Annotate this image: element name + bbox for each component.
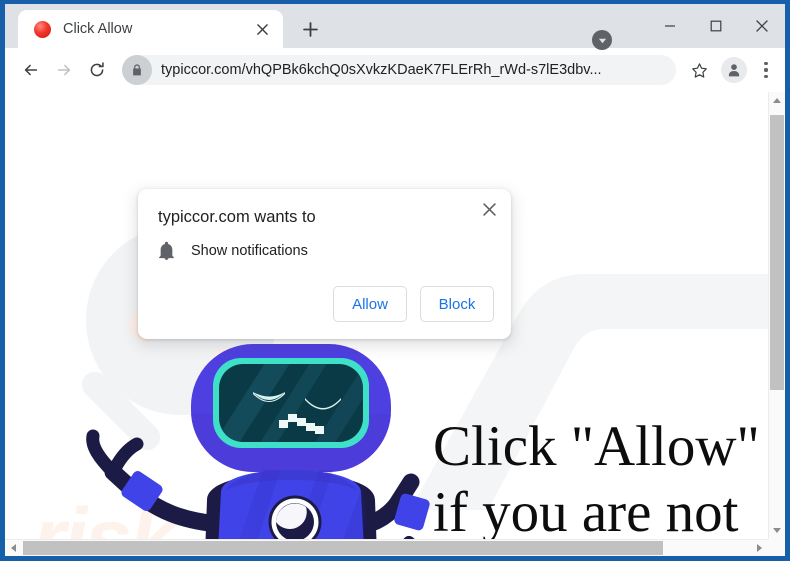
scroll-left-arrow[interactable] xyxy=(5,540,22,556)
tab-strip: Click Allow xyxy=(5,4,785,50)
tab-close-icon[interactable] xyxy=(251,18,273,40)
block-button[interactable]: Block xyxy=(420,286,494,322)
browser-window-inner: Click Allow typiccor.com/vhQPBk6kchQ0sXv… xyxy=(5,4,785,556)
horizontal-scrollbar[interactable] xyxy=(5,539,785,556)
lock-icon[interactable] xyxy=(122,55,152,85)
permission-row: Show notifications xyxy=(158,241,308,260)
scroll-right-arrow[interactable] xyxy=(751,540,768,556)
permission-label: Show notifications xyxy=(191,242,308,259)
back-button[interactable] xyxy=(15,54,47,86)
browser-toolbar: typiccor.com/vhQPBk6kchQ0sXvkzKDaeK7FLEr… xyxy=(5,48,785,92)
url-text: typiccor.com/vhQPBk6kchQ0sXvkzKDaeK7FLEr… xyxy=(161,62,602,78)
minimize-icon[interactable] xyxy=(647,4,693,48)
web-page-content: risk Click "Allow" if you are not typicc… xyxy=(5,92,768,539)
robot-illustration xyxy=(86,344,430,539)
profile-avatar-icon[interactable] xyxy=(721,57,747,83)
bell-icon xyxy=(158,241,175,260)
page-heading: Click "Allow" if you are not a robot xyxy=(433,415,760,539)
bookmark-star-icon[interactable] xyxy=(683,54,715,86)
close-window-icon[interactable] xyxy=(739,4,785,48)
dialog-close-icon[interactable] xyxy=(476,196,502,222)
horizontal-scroll-thumb[interactable] xyxy=(23,541,663,555)
scroll-down-arrow[interactable] xyxy=(769,522,785,539)
vertical-scrollbar[interactable] xyxy=(768,92,785,539)
notification-permission-dialog: typiccor.com wants to Show notifications… xyxy=(138,189,511,339)
scrollbar-corner xyxy=(768,539,785,556)
window-controls xyxy=(647,4,785,48)
new-tab-button[interactable] xyxy=(295,14,325,44)
favicon-icon xyxy=(34,20,51,38)
three-dot-menu-icon[interactable] xyxy=(753,62,779,78)
browser-tab[interactable]: Click Allow xyxy=(18,10,283,48)
scroll-up-arrow[interactable] xyxy=(769,92,785,109)
tab-title: Click Allow xyxy=(63,21,133,37)
dialog-actions: Allow Block xyxy=(333,286,494,322)
forward-button[interactable] xyxy=(48,54,80,86)
allow-button[interactable]: Allow xyxy=(333,286,407,322)
tab-search-dropdown-icon[interactable] xyxy=(592,30,612,50)
browser-window: Click Allow typiccor.com/vhQPBk6kchQ0sXv… xyxy=(0,0,790,561)
address-bar[interactable]: typiccor.com/vhQPBk6kchQ0sXvkzKDaeK7FLEr… xyxy=(122,55,676,85)
page-viewport: risk Click "Allow" if you are not typicc… xyxy=(5,92,785,556)
maximize-icon[interactable] xyxy=(693,4,739,48)
vertical-scroll-thumb[interactable] xyxy=(770,115,784,390)
reload-button[interactable] xyxy=(81,54,113,86)
dialog-title: typiccor.com wants to xyxy=(158,208,316,226)
